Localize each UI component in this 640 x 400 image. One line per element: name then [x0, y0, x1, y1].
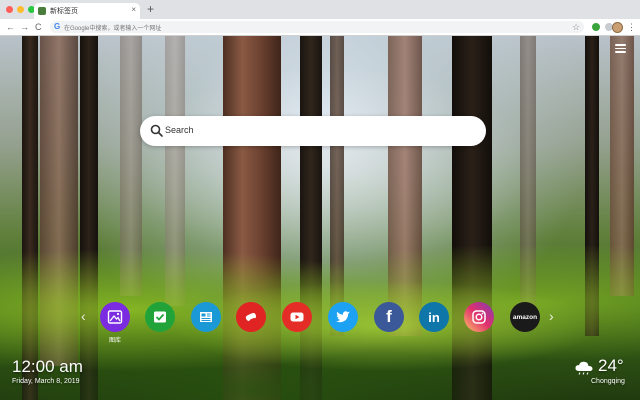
address-bar[interactable]: G 在Google中搜索，或者输入一个网址: [50, 21, 584, 33]
tab-strip: 新标签页 × +: [0, 0, 640, 19]
search-icon: [150, 124, 163, 137]
play-icon: [290, 312, 304, 322]
ferns: [0, 246, 640, 400]
news-icon: [200, 312, 212, 322]
check-icon: [154, 311, 166, 323]
weather-city: Chongqing: [591, 378, 625, 385]
tab-close-icon[interactable]: ×: [131, 5, 136, 14]
minimize-window-button[interactable]: [17, 6, 24, 13]
shortcut-gallery[interactable]: [100, 302, 130, 332]
browser-menu-icon[interactable]: ⋮: [627, 19, 636, 35]
shortcut-notes[interactable]: [191, 302, 221, 332]
shortcut-linkedin[interactable]: in: [419, 302, 449, 332]
weather-temperature: 24°: [598, 356, 624, 375]
clock-time: 12:00 am: [12, 357, 83, 376]
shortcuts-prev-arrow[interactable]: ‹: [81, 308, 86, 324]
linkedin-in-icon: in: [428, 309, 440, 325]
search-bar[interactable]: Search: [140, 116, 486, 146]
image-icon: [107, 310, 123, 324]
search-input[interactable]: Search: [165, 125, 194, 135]
browser-toolbar: ← → C G 在Google中搜索，或者输入一个网址: [0, 19, 640, 36]
gamepad-icon: [245, 312, 256, 322]
shortcut-games[interactable]: [236, 302, 266, 332]
shortcuts-next-arrow[interactable]: ›: [549, 308, 554, 324]
shortcut-gallery-label: 图库: [108, 338, 121, 344]
camera-icon: [472, 310, 486, 324]
twitter-bird-icon: [336, 311, 350, 323]
tab-favicon-icon: [38, 7, 46, 15]
clock-date: Friday, March 8, 2019: [12, 378, 80, 385]
window-controls: [6, 6, 35, 13]
hamburger-menu-icon[interactable]: [615, 44, 626, 53]
facebook-f-icon: f: [386, 307, 392, 326]
shortcut-tasks[interactable]: [145, 302, 175, 332]
active-tab[interactable]: 新标签页 ×: [34, 3, 140, 19]
shortcut-twitter[interactable]: [328, 302, 358, 332]
shortcut-facebook[interactable]: f: [374, 302, 404, 332]
reload-button[interactable]: C: [35, 21, 42, 33]
close-window-button[interactable]: [6, 6, 13, 13]
shortcut-amazon[interactable]: amazon: [510, 302, 540, 332]
google-g-icon: G: [54, 22, 61, 31]
profile-avatar[interactable]: [612, 22, 623, 33]
shortcut-youtube[interactable]: [282, 302, 312, 332]
shortcut-instagram[interactable]: [464, 302, 494, 332]
forward-button[interactable]: →: [20, 21, 29, 33]
tab-title: 新标签页: [50, 8, 78, 15]
new-tab-button[interactable]: +: [147, 2, 154, 16]
back-button[interactable]: ←: [6, 21, 15, 33]
address-bar-placeholder: 在Google中搜索，或者输入一个网址: [64, 26, 162, 32]
amazon-logo-icon: amazon: [512, 313, 538, 321]
forest-background: [0, 36, 640, 400]
bookmark-star-icon[interactable]: ☆: [572, 19, 580, 35]
extension-icon[interactable]: [592, 23, 600, 31]
cloud-icon: [575, 361, 593, 375]
